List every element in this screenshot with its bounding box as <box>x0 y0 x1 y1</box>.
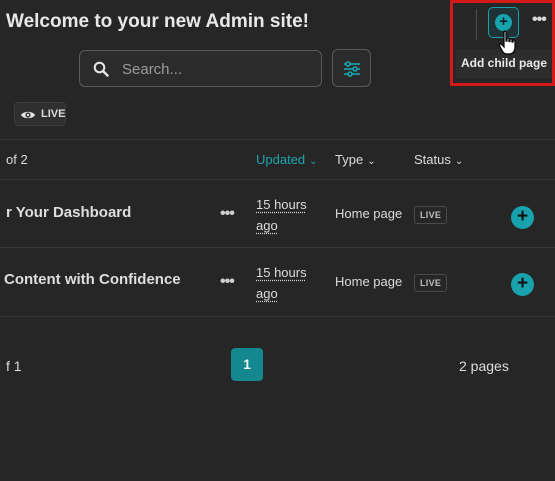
result-count: of 2 <box>6 152 28 167</box>
status-badge: LIVE <box>414 206 448 224</box>
page-title: Welcome to your new Admin site! <box>6 11 309 32</box>
updated-time-line: ago <box>256 218 278 233</box>
chevron-down-icon: ⌄ <box>367 156 376 167</box>
filter-button[interactable] <box>332 49 371 87</box>
page-type: Home page <box>335 206 403 221</box>
column-header-status[interactable]: Status ⌄ <box>414 152 463 167</box>
page-of-label: f 1 <box>6 358 22 374</box>
column-header-updated[interactable]: Updated ⌄ <box>256 152 318 167</box>
column-header-status-label: Status <box>414 152 451 167</box>
status-badge: LIVE <box>414 274 448 292</box>
sliders-icon <box>344 61 360 77</box>
divider <box>0 179 555 180</box>
search-placeholder: Search... <box>122 61 183 78</box>
updated-time: 15 hours ago <box>256 194 307 236</box>
divider <box>0 139 555 140</box>
column-header-updated-label: Updated <box>256 152 306 167</box>
row-actions-icon[interactable]: ••• <box>220 273 235 291</box>
highlight-box <box>450 0 555 86</box>
chevron-down-icon: ⌄ <box>309 156 318 167</box>
updated-time: 15 hours ago <box>256 262 307 304</box>
page-title-link[interactable]: r Your Dashboard <box>6 204 131 221</box>
divider <box>0 316 555 317</box>
updated-time-line: ago <box>256 286 278 301</box>
column-header-type[interactable]: Type ⌄ <box>335 152 376 167</box>
eye-icon <box>21 111 35 119</box>
status-badge-label: LIVE <box>41 108 66 120</box>
search-input[interactable]: Search... <box>79 50 322 87</box>
total-pages-label: 2 pages <box>459 358 509 374</box>
search-icon <box>93 61 109 77</box>
page-type: Home page <box>335 274 403 289</box>
add-child-page-icon[interactable]: + <box>511 273 534 296</box>
divider <box>0 247 555 248</box>
chevron-down-icon: ⌄ <box>454 156 464 167</box>
page-button-current[interactable]: 1 <box>231 348 263 381</box>
updated-time-line: 15 hours <box>256 265 307 280</box>
row-actions-icon[interactable]: ••• <box>220 205 235 223</box>
updated-time-line: 15 hours <box>256 197 307 212</box>
column-header-type-label: Type <box>335 152 364 167</box>
status-badge: LIVE <box>14 102 66 126</box>
add-child-page-icon[interactable]: + <box>511 206 534 229</box>
page-title-link[interactable]: Content with Confidence <box>4 271 181 288</box>
